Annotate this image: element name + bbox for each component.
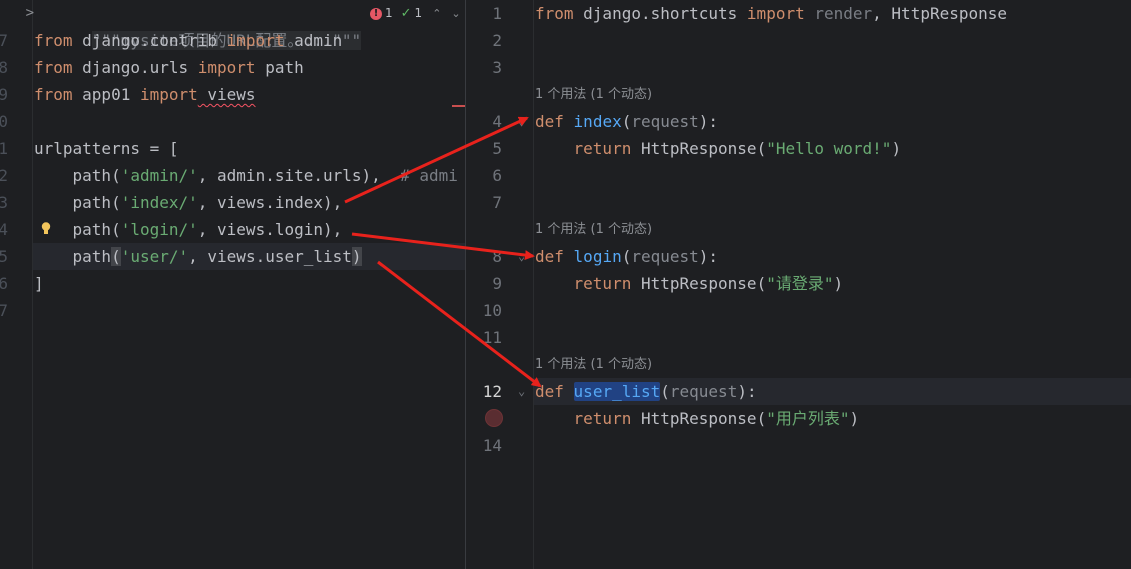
return-line[interactable]: return HttpResponse("Hello word!") — [535, 135, 902, 162]
import-line[interactable]: from app01 import views — [34, 81, 256, 108]
return-line[interactable]: return HttpResponse("请登录") — [535, 270, 844, 297]
line-number: 8 — [492, 247, 502, 266]
import-line[interactable]: from django.shortcuts import render, Htt… — [535, 0, 1007, 27]
line-number: 10 — [482, 301, 502, 320]
error-icon: ! — [370, 7, 382, 20]
line-number: 4 — [492, 112, 502, 131]
left-code-area[interactable]: """mysite项目的URL配置。...""" from django.con… — [34, 0, 465, 569]
route-line[interactable]: path('index/', views.index), — [34, 189, 343, 216]
line-number: 9 — [0, 85, 8, 104]
line-number: 0 — [0, 112, 8, 131]
line-number: 3 — [492, 58, 502, 77]
check-icon: ✓ — [400, 6, 412, 21]
fold-expand-icon[interactable]: > — [20, 0, 34, 27]
def-line[interactable]: def index(request): — [535, 108, 718, 135]
line-number: 8 — [0, 58, 8, 77]
breakpoint-icon[interactable] — [485, 409, 503, 427]
route-line[interactable]: path('user/', views.user_list) — [34, 243, 362, 270]
return-line[interactable]: return HttpResponse("用户列表") — [535, 405, 860, 432]
fold-chevron-icon[interactable]: ⌄ — [518, 108, 525, 135]
urlpatterns-line[interactable]: urlpatterns = [ — [34, 135, 179, 162]
chevron-up-icon[interactable]: ⌃ — [432, 0, 441, 27]
line-number: 7 — [0, 301, 8, 320]
usage-hint[interactable]: 1 个用法 (1 个动态) — [535, 355, 652, 375]
fold-chevron-icon[interactable]: ⌄ — [518, 378, 525, 405]
line-number: 7 — [0, 31, 8, 50]
left-gutter: > 7 8 9 0 1 2 3 4 5 6 7 — [0, 0, 34, 569]
def-line[interactable]: def login(request): — [535, 243, 718, 270]
line-number: 12 — [482, 382, 502, 401]
lightbulb-icon[interactable] — [41, 222, 51, 235]
line-number: 1 — [0, 139, 8, 158]
line-number: 2 — [492, 31, 502, 50]
line-number: 5 — [492, 139, 502, 158]
fold-chevron-icon[interactable]: ⌄ — [518, 243, 525, 270]
right-editor-pane[interactable]: 1 2 3 4 5 6 7 8 9 10 11 12 14 ⌄ ⌄ ⌄ from… — [466, 0, 1131, 569]
inspection-widget[interactable]: ! 1 ✓ 1 ⌃ ⌄ — [370, 0, 461, 27]
line-number: 5 — [0, 247, 8, 266]
error-stripe-marker[interactable] — [452, 105, 465, 107]
ok-count: 1 — [414, 6, 423, 20]
usage-hint[interactable]: 1 个用法 (1 个动态) — [535, 85, 652, 105]
error-count: 1 — [385, 6, 393, 20]
def-line[interactable]: def user_list(request): — [535, 378, 757, 405]
line-number: 4 — [0, 220, 8, 239]
bracket-close: ) — [351, 247, 362, 266]
route-line[interactable]: path('login/', views.login), — [34, 216, 343, 243]
line-number: 2 — [0, 166, 8, 185]
right-gutter: 1 2 3 4 5 6 7 8 9 10 11 12 14 ⌄ ⌄ ⌄ — [466, 0, 534, 569]
import-line[interactable]: from django.urls import path — [34, 54, 304, 81]
docstring-line[interactable]: """mysite项目的URL配置。...""" — [34, 0, 362, 50]
selected-identifier[interactable]: user_list — [573, 382, 661, 401]
left-editor-pane[interactable]: > 7 8 9 0 1 2 3 4 5 6 7 """mysite项目的URL配… — [0, 0, 465, 569]
chevron-down-icon[interactable]: ⌄ — [451, 0, 460, 27]
right-code-area[interactable]: from django.shortcuts import render, Htt… — [535, 0, 1131, 569]
line-number: 11 — [482, 328, 502, 347]
bracket-open: ( — [111, 247, 121, 266]
line-number: 6 — [0, 274, 8, 293]
close-bracket-line[interactable]: ] — [34, 270, 44, 297]
line-number: 7 — [492, 193, 502, 212]
line-number: 3 — [0, 193, 8, 212]
route-line[interactable]: path('admin/', admin.site.urls), # admi — [34, 162, 458, 189]
line-number: 6 — [492, 166, 502, 185]
line-number: 14 — [482, 436, 502, 455]
line-number: 9 — [492, 274, 502, 293]
line-number: 1 — [492, 4, 502, 23]
import-line[interactable]: from django.contrib import admin — [34, 27, 342, 54]
usage-hint[interactable]: 1 个用法 (1 个动态) — [535, 220, 652, 240]
